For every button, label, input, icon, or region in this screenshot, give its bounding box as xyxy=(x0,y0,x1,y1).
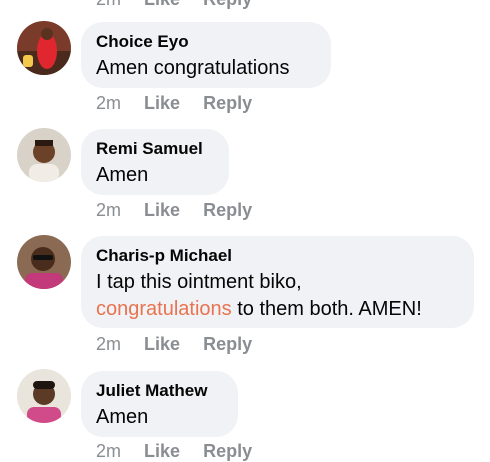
avatar-photo-icon xyxy=(17,128,71,182)
reply-button[interactable]: Reply xyxy=(203,0,252,10)
comment-bubble: Choice Eyo Amen congratulations xyxy=(81,22,331,88)
like-button[interactable]: Like xyxy=(144,0,180,10)
comment-actions: 2m Like Reply xyxy=(96,199,270,221)
comment-bubble: Remi Samuel Amen xyxy=(81,129,229,195)
reply-button[interactable]: Reply xyxy=(203,440,252,462)
avatar[interactable] xyxy=(17,235,71,289)
like-button[interactable]: Like xyxy=(144,92,180,114)
timestamp: 2m xyxy=(96,200,122,220)
avatar-photo-icon xyxy=(17,369,71,423)
comment-text-rest: to them both. AMEN! xyxy=(231,298,422,320)
like-button[interactable]: Like xyxy=(144,440,180,462)
comment-text: I tap this ointment biko, congratulation… xyxy=(96,269,459,323)
comment-text: Amen congratulations xyxy=(96,57,290,79)
comment-actions-top: 2m Like Reply xyxy=(96,0,270,10)
avatar-photo-icon xyxy=(17,21,71,75)
avatar[interactable] xyxy=(17,21,71,75)
reply-button[interactable]: Reply xyxy=(203,333,252,355)
avatar[interactable] xyxy=(17,128,71,182)
comment-bubble: Juliet Mathew Amen xyxy=(81,371,238,437)
timestamp: 2m xyxy=(96,0,121,10)
reply-button[interactable]: Reply xyxy=(203,92,252,114)
comment-author[interactable]: Charis-p Michael xyxy=(96,245,459,266)
like-button[interactable]: Like xyxy=(144,333,180,355)
reply-button[interactable]: Reply xyxy=(203,199,252,221)
comment-author[interactable]: Juliet Mathew xyxy=(96,380,223,401)
comment-actions: 2m Like Reply xyxy=(96,92,270,114)
comment-bubble: Charis-p Michael I tap this ointment bik… xyxy=(81,236,474,328)
comment-author[interactable]: Remi Samuel xyxy=(96,138,214,159)
comment-text: Amen xyxy=(96,406,149,428)
timestamp: 2m xyxy=(96,93,122,113)
comment-text-line: I tap this ointment biko, xyxy=(96,271,302,293)
timestamp: 2m xyxy=(96,441,122,461)
avatar[interactable] xyxy=(17,369,71,423)
mention-link[interactable]: congratulations xyxy=(96,298,232,320)
comment-author[interactable]: Choice Eyo xyxy=(96,31,316,52)
comment-actions: 2m Like Reply xyxy=(96,333,270,355)
comment-actions: 2m Like Reply xyxy=(96,440,270,462)
like-button[interactable]: Like xyxy=(144,199,180,221)
comment-text: Amen xyxy=(96,164,149,186)
timestamp: 2m xyxy=(96,334,122,354)
comment-text-line: congratulations to them both. AMEN! xyxy=(96,296,459,323)
avatar-photo-icon xyxy=(17,235,71,289)
